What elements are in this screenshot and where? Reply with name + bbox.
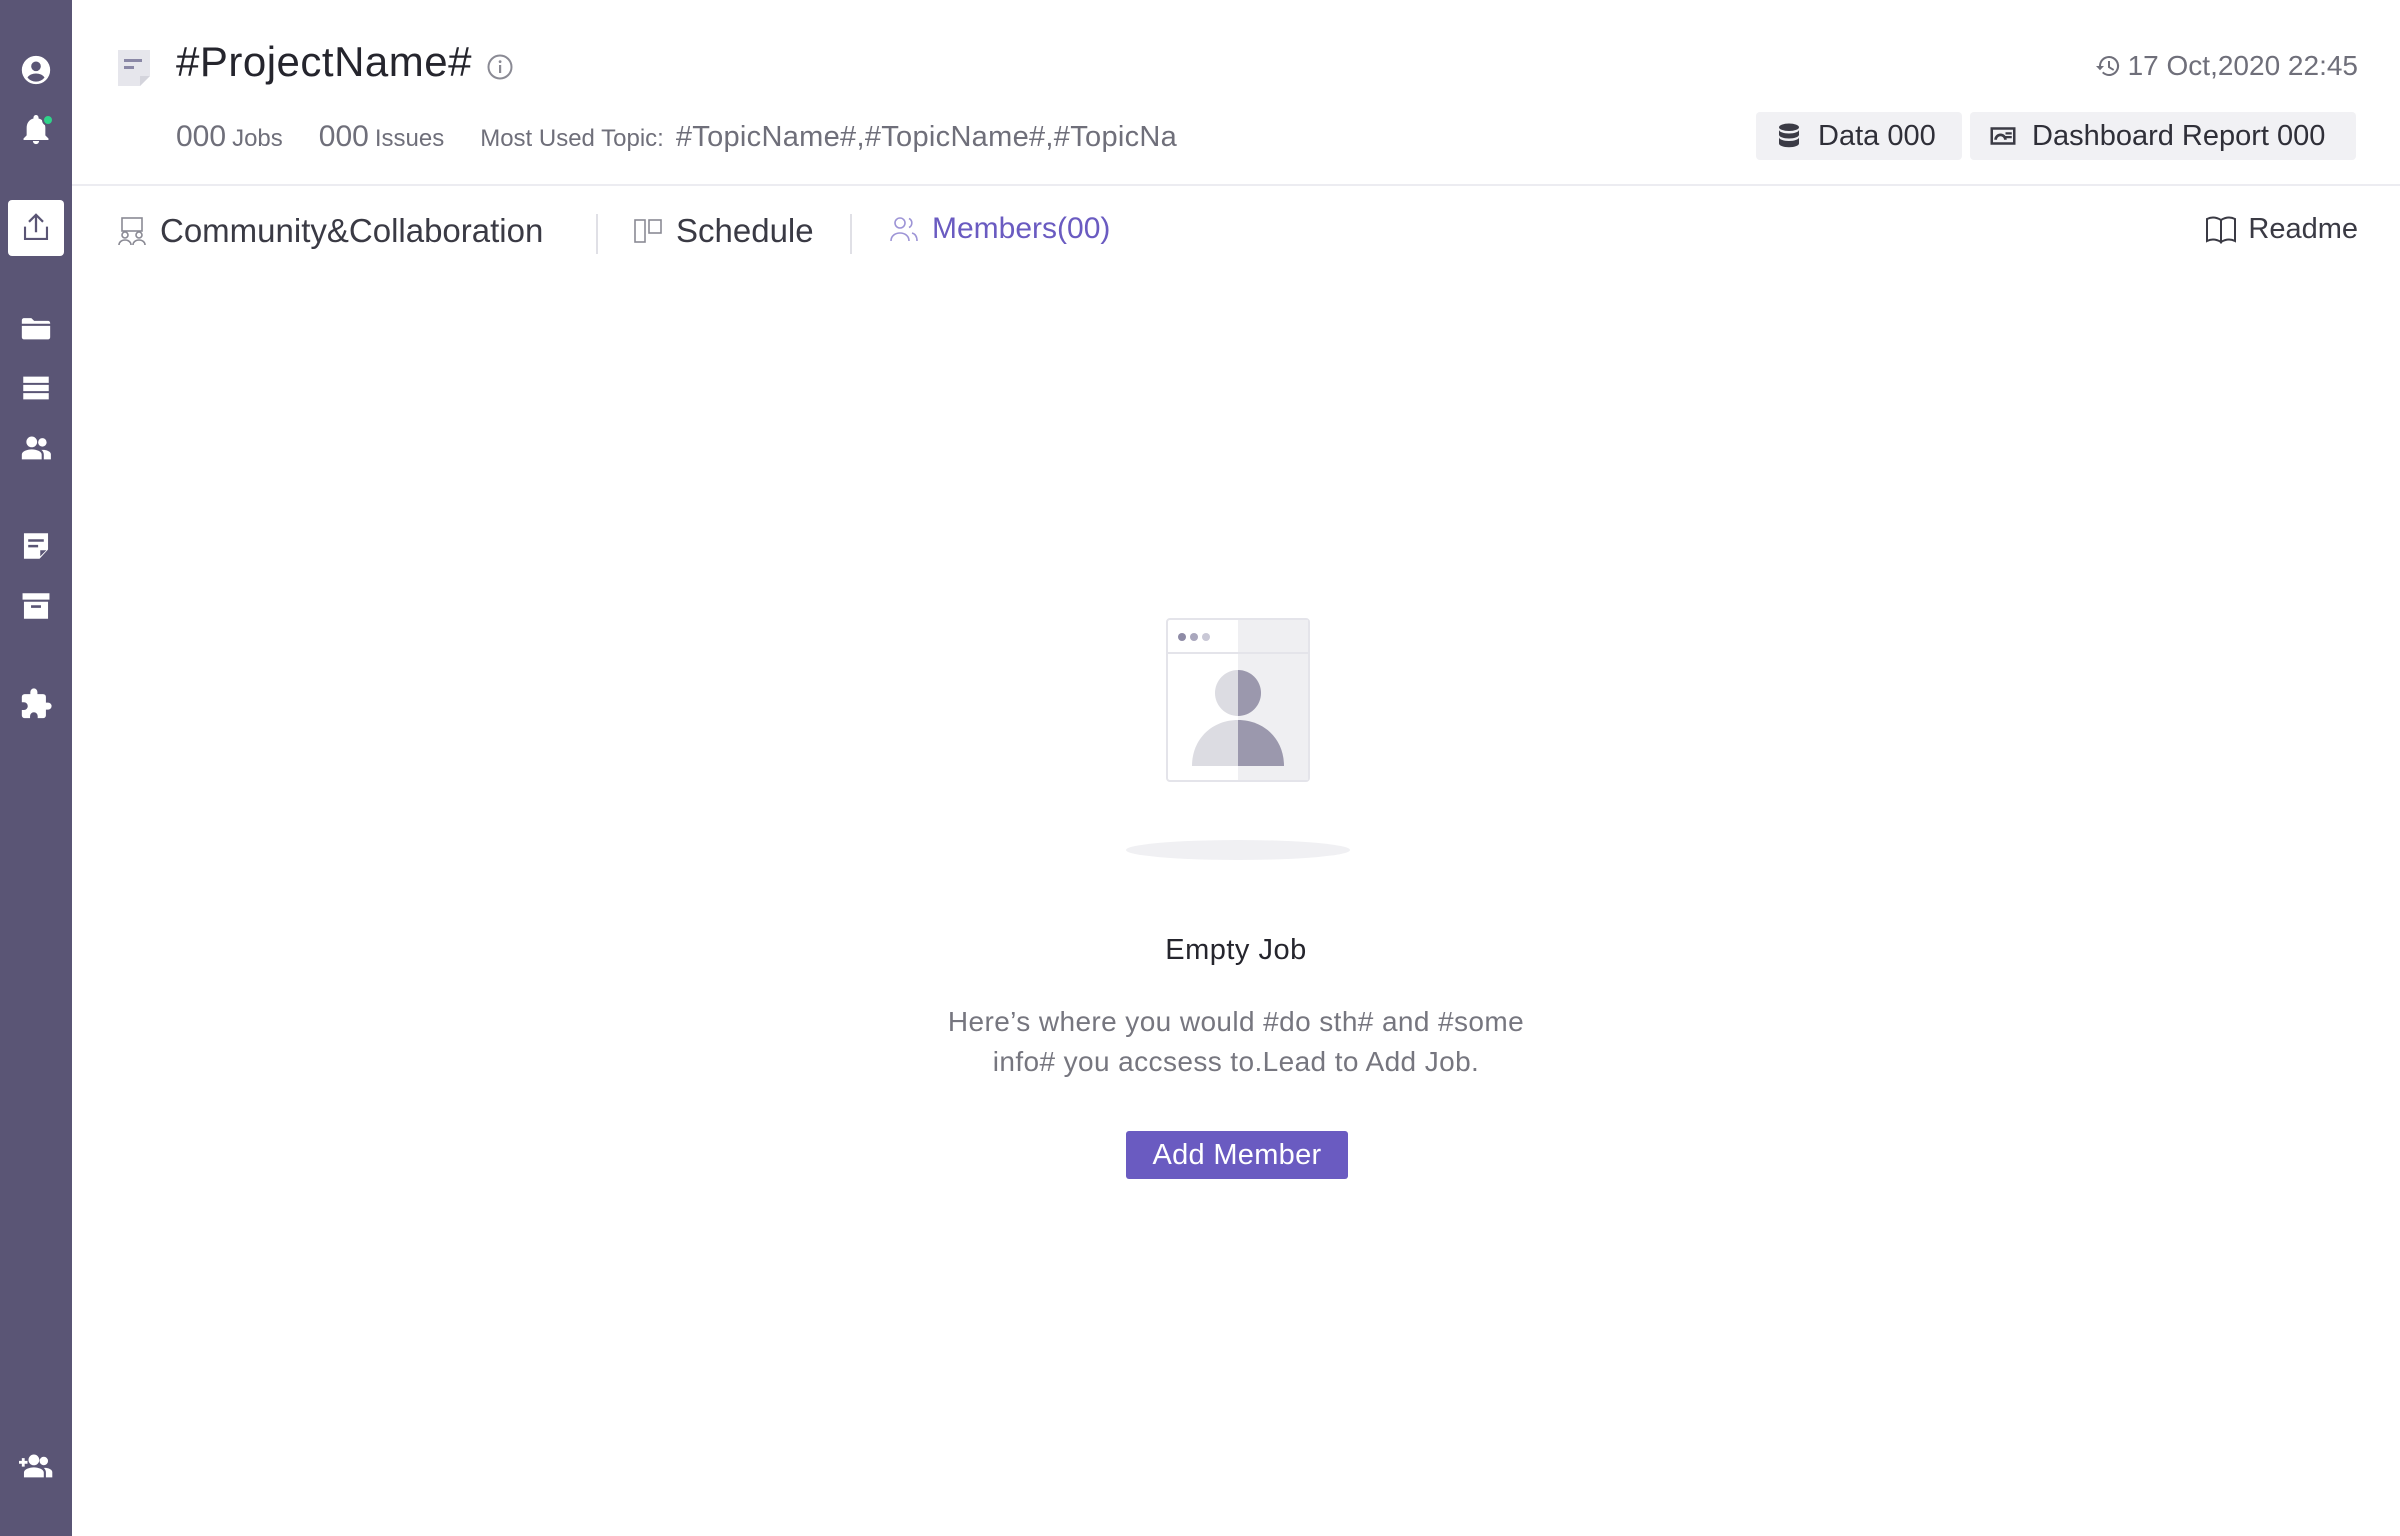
dashboard-chip-label: Dashboard Report 000 bbox=[2032, 119, 2326, 152]
folder-icon[interactable] bbox=[8, 300, 64, 356]
timestamp-text: 17 Oct,2020 22:45 bbox=[2127, 50, 2358, 81]
jobs-count: 000 bbox=[176, 120, 227, 153]
add-member-button[interactable]: Add Member bbox=[1126, 1131, 1348, 1179]
page-title: #ProjectName# bbox=[176, 38, 472, 85]
tab-schedule[interactable]: Schedule bbox=[632, 212, 814, 250]
tab-members[interactable]: Members(00) bbox=[888, 212, 1110, 246]
notification-bell-icon[interactable] bbox=[8, 102, 64, 158]
tab-bar: Community&Collaboration Schedule Members… bbox=[72, 186, 2400, 276]
archive-icon[interactable] bbox=[8, 578, 64, 634]
topics-label: Most Used Topic: bbox=[480, 125, 664, 152]
plugin-icon[interactable] bbox=[8, 676, 64, 732]
empty-state-description-line: Here’s where you would #do sth# and #som… bbox=[947, 1006, 1525, 1037]
readme-label: Readme bbox=[2248, 212, 2358, 245]
issues-label: Issues bbox=[374, 125, 445, 152]
empty-state-title: Empty Job bbox=[1165, 934, 1307, 966]
history-icon bbox=[2095, 55, 2119, 76]
database-icon bbox=[1779, 123, 1799, 148]
upload-icon[interactable] bbox=[8, 200, 64, 256]
data-chip[interactable]: Data 000 bbox=[1756, 112, 1962, 160]
people-icon[interactable] bbox=[8, 420, 64, 476]
community-icon bbox=[118, 217, 146, 246]
sidebar bbox=[0, 0, 72, 1536]
topics-value: #TopicName#,#TopicName#,#TopicNa bbox=[675, 121, 1178, 153]
tab-divider bbox=[596, 214, 598, 254]
info-icon[interactable] bbox=[486, 53, 514, 81]
project-stats: 000 Jobs 000 Issues Most Used Topic: #To… bbox=[176, 120, 1177, 154]
tab-label: Schedule bbox=[676, 212, 814, 249]
issues-count: 000 bbox=[318, 120, 369, 153]
data-chip-label: Data 000 bbox=[1818, 119, 1936, 152]
tab-divider bbox=[850, 214, 852, 254]
tab-community-collaboration[interactable]: Community&Collaboration bbox=[116, 212, 543, 250]
project-header: #ProjectName# 17 Oct,2020 22:45 000 Jobs… bbox=[72, 0, 2400, 186]
dashboard-report-chip[interactable]: Dashboard Report 000 bbox=[1970, 112, 2356, 160]
add-user-icon[interactable] bbox=[8, 1438, 64, 1494]
document-icon bbox=[118, 50, 150, 86]
members-icon bbox=[890, 217, 918, 242]
readme-link[interactable]: Readme bbox=[2204, 212, 2358, 246]
notification-status-dot bbox=[42, 114, 54, 126]
schedule-icon bbox=[634, 219, 662, 243]
last-updated: 17 Oct,2020 22:45 bbox=[2094, 50, 2358, 82]
note-icon[interactable] bbox=[8, 518, 64, 574]
book-icon bbox=[2206, 216, 2237, 244]
empty-state-description: Here’s where you would #do sth# and #som… bbox=[906, 1002, 1566, 1082]
empty-member-illustration bbox=[1126, 618, 1350, 860]
dashboard-icon bbox=[1990, 127, 2016, 145]
jobs-label: Jobs bbox=[232, 125, 283, 152]
storage-list-icon[interactable] bbox=[8, 360, 64, 416]
tab-label: Community&Collaboration bbox=[160, 212, 544, 249]
empty-state-description-line: info# you accsess to.Lead to Add Job. bbox=[992, 1046, 1480, 1077]
tab-label: Members(00) bbox=[932, 212, 1111, 245]
profile-icon[interactable] bbox=[8, 42, 64, 98]
